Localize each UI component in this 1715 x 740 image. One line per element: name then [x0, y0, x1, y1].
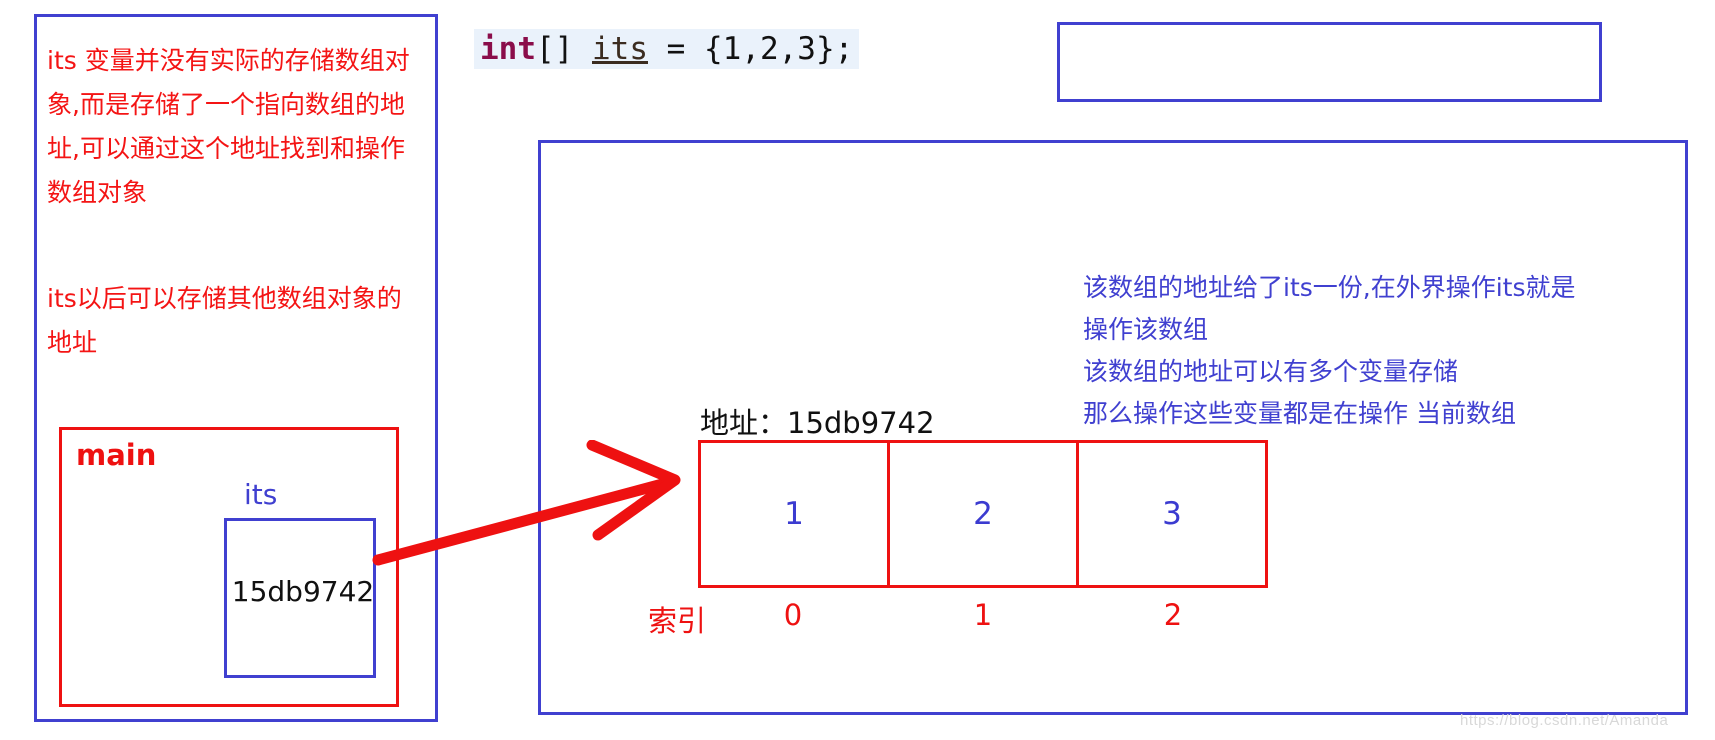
its-variable-value: 15db9742	[231, 575, 375, 608]
code-snippet: int[] its = {1,2,3};	[474, 29, 860, 69]
array-object-table: 1 2 3	[698, 440, 1268, 588]
array-cell: 2	[890, 443, 1079, 585]
its-variable-label: its	[244, 478, 278, 511]
code-assignment-literal: = {1,2,3};	[648, 31, 854, 67]
array-cell: 3	[1162, 496, 1182, 532]
array-index-cell: 1	[973, 598, 993, 632]
heap-annotation-text: 该数组的地址给了its一份,在外界操作its就是 操作该数组 该数组的地址可以有…	[1083, 273, 1576, 428]
array-index-cell: 2	[1163, 598, 1183, 632]
explanation-note-secondary: its以后可以存储其他数组对象的地址	[47, 284, 402, 357]
main-frame-label: main	[76, 438, 157, 472]
array-index-row: 索引 0 1 2	[648, 598, 1268, 642]
code-variable-its: its	[592, 31, 648, 67]
main-method-frame: main its 15db9742	[59, 427, 399, 707]
array-index-values: 0 1 2	[698, 598, 1268, 632]
diagram-canvas: its 变量并没有实际的存储数组对象,而是存储了一个指向数组的地址,可以通过这个…	[0, 0, 1715, 740]
array-index-cell: 0	[783, 598, 803, 632]
stack-memory-panel: its 变量并没有实际的存储数组对象,而是存储了一个指向数组的地址,可以通过这个…	[34, 14, 438, 722]
array-cell: 1	[701, 443, 890, 585]
code-keyword-int: int	[480, 31, 536, 67]
its-variable-box: 15db9742	[224, 518, 376, 678]
array-address-caption: 地址：15db9742	[700, 406, 935, 440]
explanation-note-primary: its 变量并没有实际的存储数组对象,而是存储了一个指向数组的地址,可以通过这个…	[47, 46, 410, 207]
code-array-brackets: []	[536, 31, 592, 67]
empty-annotation-box	[1057, 22, 1602, 102]
watermark: https://blog.csdn.net/Amanda	[1460, 712, 1669, 729]
